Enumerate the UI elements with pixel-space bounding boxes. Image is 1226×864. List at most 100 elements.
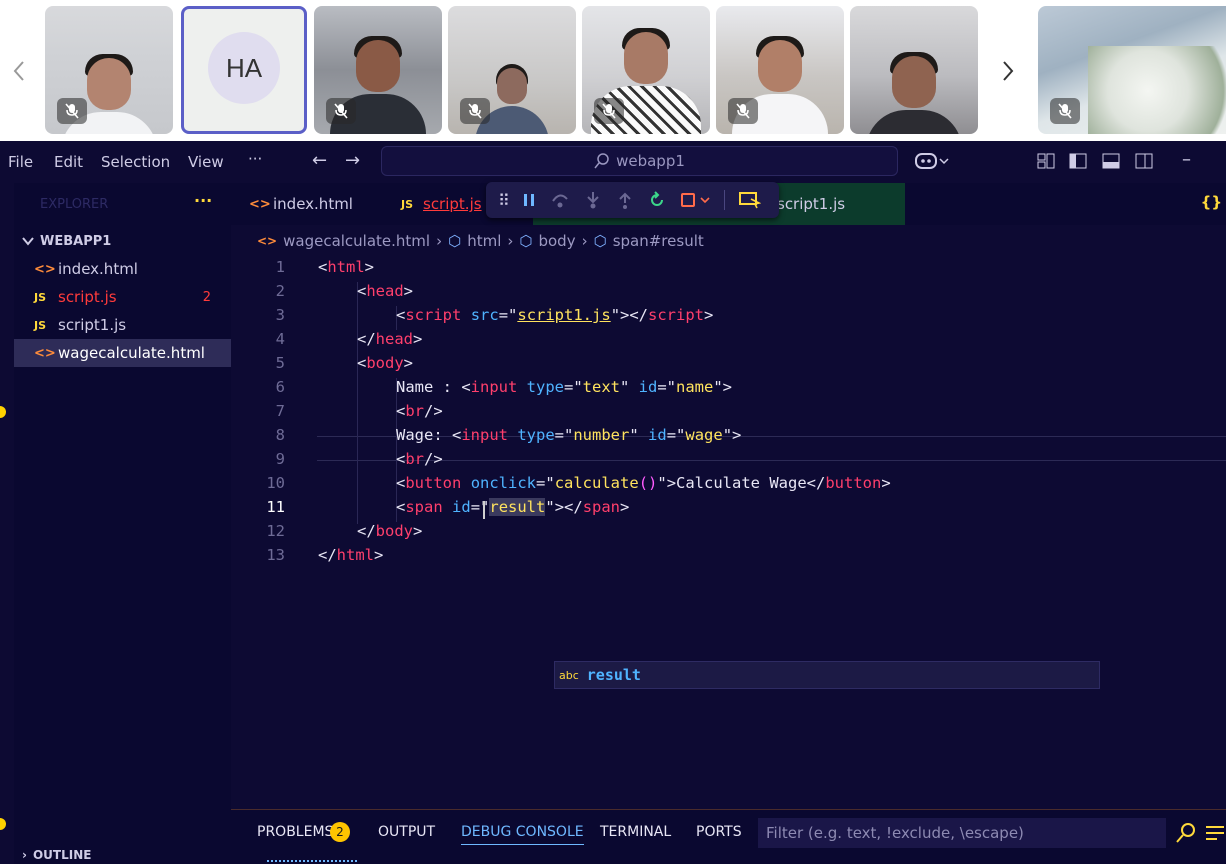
breadcrumb-item[interactable]: wagecalculate.html bbox=[283, 232, 430, 250]
pause-icon[interactable] bbox=[522, 192, 536, 208]
step-over-icon[interactable] bbox=[550, 191, 570, 209]
debug-console-filter-input[interactable]: Filter (e.g. text, !exclude, \escape) bbox=[758, 818, 1166, 848]
menu-file[interactable]: File bbox=[8, 153, 33, 171]
line-number: 10 bbox=[266, 474, 285, 492]
code-line: <body> bbox=[357, 354, 414, 372]
participant-tile[interactable]: HA bbox=[181, 6, 307, 134]
breadcrumb-item[interactable]: body bbox=[538, 232, 575, 250]
chevron-right-icon: › bbox=[581, 232, 588, 250]
code-line: <script src="script1.js"></script> bbox=[396, 306, 714, 324]
html-file-icon: <> bbox=[34, 345, 56, 361]
participant-tile[interactable] bbox=[1038, 6, 1226, 134]
participant-tile[interactable] bbox=[314, 6, 442, 134]
cube-icon: ⬡ bbox=[448, 232, 462, 250]
code-line: Name : <input type="text" id="name"> bbox=[396, 378, 733, 396]
inspect-icon[interactable] bbox=[738, 191, 761, 209]
menu-edit[interactable]: Edit bbox=[54, 153, 83, 171]
minimize-icon[interactable]: – bbox=[1182, 149, 1191, 170]
folder-label: WEBAPP1 bbox=[40, 233, 112, 249]
chevron-right-icon: › bbox=[436, 232, 443, 250]
tab-ports[interactable]: PORTS bbox=[696, 824, 742, 840]
line-number: 9 bbox=[275, 450, 285, 468]
line-number: 2 bbox=[275, 282, 285, 300]
js-file-icon: JS bbox=[34, 318, 47, 332]
forward-arrow-icon[interactable]: → bbox=[345, 150, 360, 171]
line-number: 8 bbox=[275, 426, 285, 444]
cube-icon: ⬡ bbox=[519, 232, 533, 250]
breadcrumb-item[interactable]: html bbox=[467, 232, 501, 250]
step-into-icon[interactable] bbox=[584, 191, 602, 209]
file-wagecalculate-html[interactable]: <> wagecalculate.html bbox=[14, 339, 231, 367]
file-script-js[interactable]: JS script.js 2 bbox=[14, 283, 231, 311]
tab-terminal[interactable]: TERMINAL bbox=[600, 824, 671, 840]
editor-area: <> index.html JS script.js JS script1.js… bbox=[231, 183, 1226, 809]
search-icon[interactable] bbox=[1175, 822, 1197, 844]
toggle-panel-icon[interactable] bbox=[1101, 151, 1121, 175]
menu-more[interactable]: ··· bbox=[248, 150, 262, 168]
menu-selection[interactable]: Selection bbox=[101, 153, 170, 171]
html-file-icon: <> bbox=[34, 261, 56, 277]
mic-muted-icon bbox=[1050, 98, 1080, 124]
customize-layout-icon[interactable] bbox=[1036, 151, 1056, 175]
outline-section[interactable]: › OUTLINE bbox=[14, 846, 231, 864]
problems-count-badge: 2 bbox=[330, 822, 350, 842]
code-line: <html> bbox=[318, 258, 375, 276]
explorer-more-button[interactable]: ··· bbox=[194, 191, 212, 210]
stop-icon bbox=[680, 193, 695, 207]
copilot-icon[interactable] bbox=[914, 150, 950, 176]
tab-problems[interactable]: PROBLEMS bbox=[257, 824, 333, 840]
code-line: </body> bbox=[357, 522, 423, 540]
participant-tile[interactable] bbox=[850, 6, 978, 134]
step-out-icon[interactable] bbox=[616, 191, 634, 209]
breadcrumb-item[interactable]: span#result bbox=[613, 232, 704, 250]
indicator-dot-icon bbox=[0, 406, 6, 418]
participant-tile[interactable] bbox=[448, 6, 576, 134]
command-center-search[interactable]: webapp1 bbox=[381, 146, 898, 176]
js-file-icon: JS bbox=[401, 197, 414, 211]
menu-view[interactable]: View bbox=[188, 153, 224, 171]
toolbar-divider bbox=[723, 190, 725, 210]
line-number: 5 bbox=[275, 354, 285, 372]
back-arrow-icon[interactable]: ← bbox=[312, 150, 327, 171]
code-line: </head> bbox=[357, 330, 423, 348]
html-file-icon: <> bbox=[257, 234, 278, 248]
code-line: <br/> bbox=[396, 450, 443, 468]
participant-strip: HA bbox=[0, 0, 1226, 141]
outline-label: OUTLINE bbox=[32, 848, 92, 862]
tab-output[interactable]: OUTPUT bbox=[378, 824, 435, 840]
word-wrap-icon[interactable] bbox=[1205, 824, 1225, 842]
code-line: <head> bbox=[357, 282, 414, 300]
drag-handle-icon[interactable]: ⠿ bbox=[498, 191, 510, 210]
file-script1-js[interactable]: JS script1.js bbox=[14, 311, 231, 339]
toggle-secondary-sidebar-icon[interactable] bbox=[1134, 151, 1154, 175]
tab-debug-console[interactable]: DEBUG CONSOLE bbox=[461, 824, 584, 845]
code-line: </html> bbox=[318, 546, 384, 564]
code-line: <button onclick="calculate()">Calculate … bbox=[396, 474, 891, 492]
chevron-left-icon[interactable] bbox=[0, 8, 38, 134]
line-number: 11 bbox=[266, 498, 285, 516]
search-icon bbox=[594, 153, 609, 169]
title-bar: File Edit Selection View ··· ← → webapp1… bbox=[0, 141, 1226, 183]
tab-index-html[interactable]: <> index.html bbox=[231, 183, 383, 225]
file-label: script.js bbox=[58, 288, 117, 306]
autocomplete-suggestion[interactable]: abc result bbox=[554, 661, 1100, 689]
participant-tile[interactable] bbox=[582, 6, 710, 134]
toggle-sidebar-icon[interactable] bbox=[1068, 151, 1088, 175]
participant-tile[interactable] bbox=[45, 6, 173, 134]
line-number: 13 bbox=[266, 546, 285, 564]
braces-icon[interactable]: {} bbox=[1201, 193, 1222, 211]
stop-button[interactable] bbox=[680, 192, 710, 208]
folder-webapp1[interactable]: WEBAPP1 bbox=[14, 227, 231, 255]
participant-tile[interactable] bbox=[716, 6, 844, 134]
file-index-html[interactable]: <> index.html bbox=[14, 255, 231, 283]
cube-icon: ⬡ bbox=[593, 232, 607, 250]
activity-bar bbox=[0, 183, 14, 864]
line-number: 1 bbox=[275, 258, 285, 276]
chevron-right-icon[interactable] bbox=[985, 8, 1031, 134]
chevron-right-icon: › bbox=[507, 232, 514, 250]
debug-toolbar: ⠿ bbox=[486, 182, 779, 218]
vscode-window: File Edit Selection View ··· ← → webapp1… bbox=[0, 141, 1226, 864]
line-number: 6 bbox=[275, 378, 285, 396]
restart-icon[interactable] bbox=[648, 191, 666, 209]
avatar: HA bbox=[208, 32, 280, 104]
